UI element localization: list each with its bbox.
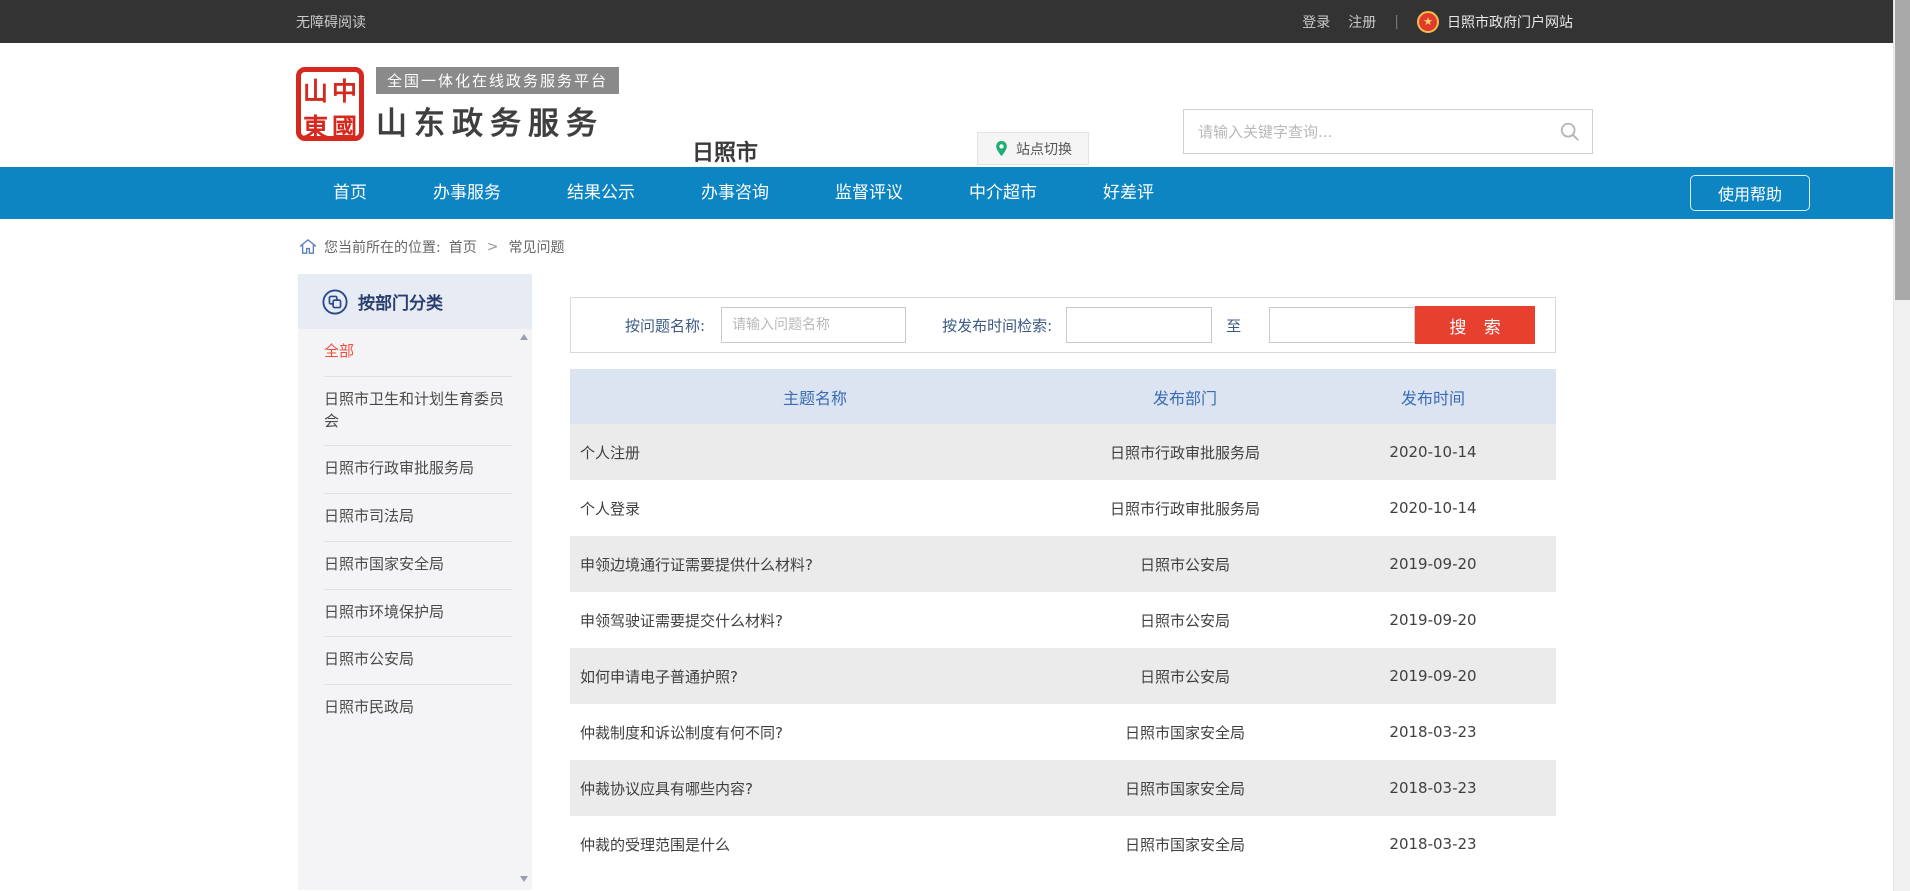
main-content: 按部门分类 全部 日照市卫生和计划生育委员会 日照市行政审批服务局 日照市司法局…	[0, 274, 1910, 890]
current-city-label: 日照市	[692, 135, 758, 167]
faq-table-row: 仲裁的受理范围是什么 日照市国家安全局 2018-03-23	[570, 816, 1556, 872]
search-icon[interactable]	[1548, 110, 1592, 153]
nav-item[interactable]: 中介超市	[936, 167, 1070, 219]
question-name-input[interactable]	[721, 307, 906, 343]
faq-table-row: 申领驾驶证需要提交什么材料? 日照市公安局 2019-09-20	[570, 592, 1556, 648]
faq-date-cell: 2019-09-20	[1310, 648, 1556, 704]
faq-title-cell[interactable]: 个人注册	[570, 424, 1060, 480]
page-scrollbar-thumb[interactable]	[1895, 0, 1910, 300]
faq-table-row: 如何申请电子普通护照? 日照市公安局 2019-09-20	[570, 648, 1556, 704]
department-item[interactable]: 日照市环境保护局	[324, 590, 512, 638]
date-to-label: 至	[1226, 315, 1241, 336]
department-item[interactable]: 全部	[324, 329, 512, 377]
topbar-divider: |	[1394, 14, 1399, 30]
site-switch-button[interactable]: 站点切换	[977, 132, 1089, 165]
faq-title-cell[interactable]: 个人登录	[570, 480, 1060, 536]
sidebar-title: 按部门分类	[358, 289, 443, 314]
breadcrumb-current: 常见问题	[508, 237, 564, 257]
site-switch-label: 站点切换	[1016, 139, 1072, 159]
content-area: 按问题名称: 按发布时间检索: 至 搜 索 主题名称 发布部门 发布时间 个人注…	[570, 274, 1556, 872]
category-icon	[322, 289, 348, 315]
column-header-title: 主题名称	[570, 369, 1060, 424]
column-header-date: 发布时间	[1310, 369, 1556, 424]
department-item[interactable]: 日照市公安局	[324, 637, 512, 685]
faq-department-cell: 日照市公安局	[1060, 592, 1310, 648]
department-list: 全部 日照市卫生和计划生育委员会 日照市行政审批服务局 日照市司法局 日照市国家…	[298, 329, 532, 732]
faq-table-header-row: 主题名称 发布部门 发布时间	[570, 369, 1556, 424]
date-to-input[interactable]	[1269, 307, 1415, 343]
gov-portal-label: 日照市政府门户网站	[1447, 12, 1573, 32]
faq-table: 主题名称 发布部门 发布时间 个人注册 日照市行政审批服务局 2020-10-1…	[570, 369, 1556, 872]
department-item[interactable]: 日照市司法局	[324, 494, 512, 542]
faq-title-cell[interactable]: 如何申请电子普通护照?	[570, 648, 1060, 704]
site-logo[interactable]: 山 中 東 國 全国一体化在线政务服务平台 山东政务服务	[296, 67, 619, 143]
help-button[interactable]: 使用帮助	[1690, 175, 1810, 211]
department-sidebar: 按部门分类 全部 日照市卫生和计划生育委员会 日照市行政审批服务局 日照市司法局…	[298, 274, 532, 890]
faq-date-cell: 2020-10-14	[1310, 424, 1556, 480]
nav-item[interactable]: 办事咨询	[668, 167, 802, 219]
accessibility-link[interactable]: 无障碍阅读	[296, 12, 366, 32]
faq-date-cell: 2019-09-20	[1310, 592, 1556, 648]
faq-title-cell[interactable]: 仲裁制度和诉讼制度有何不同?	[570, 704, 1060, 760]
faq-department-cell: 日照市行政审批服务局	[1060, 480, 1310, 536]
keyword-search-box	[1183, 109, 1593, 154]
register-link[interactable]: 注册	[1348, 12, 1376, 32]
faq-table-row: 个人登录 日照市行政审批服务局 2020-10-14	[570, 480, 1556, 536]
faq-table-row: 仲裁制度和诉讼制度有何不同? 日照市国家安全局 2018-03-23	[570, 704, 1556, 760]
nav-item[interactable]: 结果公示	[534, 167, 668, 219]
faq-date-cell: 2018-03-23	[1310, 704, 1556, 760]
faq-department-cell: 日照市国家安全局	[1060, 760, 1310, 816]
breadcrumb-home-link[interactable]: 首页	[449, 237, 477, 257]
breadcrumb-separator: >	[487, 239, 499, 255]
date-from-input[interactable]	[1066, 307, 1212, 343]
page-scrollbar[interactable]	[1893, 0, 1910, 891]
keyword-search-input[interactable]	[1184, 123, 1548, 141]
login-link[interactable]: 登录	[1302, 12, 1330, 32]
nav-item[interactable]: 好差评	[1070, 167, 1187, 219]
main-navigation: 首页 办事服务 结果公示 办事咨询 监督评议 中介超市 好差评 使用帮助	[0, 167, 1910, 219]
faq-table-row: 申领边境通行证需要提供什么材料? 日照市公安局 2019-09-20	[570, 536, 1556, 592]
faq-date-cell: 2020-10-14	[1310, 480, 1556, 536]
department-item[interactable]: 日照市民政局	[324, 685, 512, 732]
faq-title-cell[interactable]: 仲裁协议应具有哪些内容?	[570, 760, 1060, 816]
column-header-department: 发布部门	[1060, 369, 1310, 424]
sidebar-scroll-down-icon[interactable]	[520, 876, 528, 882]
nav-item[interactable]: 办事服务	[400, 167, 534, 219]
faq-department-cell: 日照市行政审批服务局	[1060, 424, 1310, 480]
faq-table-row: 个人注册 日照市行政审批服务局 2020-10-14	[570, 424, 1556, 480]
faq-date-cell: 2018-03-23	[1310, 816, 1556, 872]
location-pin-icon	[994, 140, 1009, 157]
nav-item[interactable]: 首页	[300, 167, 400, 219]
faq-department-cell: 日照市国家安全局	[1060, 816, 1310, 872]
publish-date-label: 按发布时间检索:	[942, 315, 1052, 336]
filter-search-button[interactable]: 搜 索	[1415, 306, 1535, 344]
faq-department-cell: 日照市公安局	[1060, 536, 1310, 592]
breadcrumb: 您当前所在的位置: 首页 > 常见问题	[0, 219, 1910, 274]
faq-date-cell: 2018-03-23	[1310, 760, 1556, 816]
nav-item[interactable]: 监督评议	[802, 167, 936, 219]
breadcrumb-prefix: 您当前所在的位置:	[324, 237, 441, 257]
site-header: 山 中 東 國 全国一体化在线政务服务平台 山东政务服务 日照市 站点切换	[0, 43, 1910, 167]
home-icon	[300, 239, 316, 254]
shandong-seal-icon: 山 中 東 國	[296, 67, 364, 141]
gov-portal-link[interactable]: ★ 日照市政府门户网站	[1417, 11, 1573, 33]
question-filter-bar: 按问题名称: 按发布时间检索: 至 搜 索	[570, 297, 1556, 353]
brand-title: 山东政务服务	[376, 98, 619, 143]
department-item[interactable]: 日照市卫生和计划生育委员会	[324, 377, 512, 447]
faq-table-row: 仲裁协议应具有哪些内容? 日照市国家安全局 2018-03-23	[570, 760, 1556, 816]
department-item[interactable]: 日照市行政审批服务局	[324, 446, 512, 494]
faq-department-cell: 日照市公安局	[1060, 648, 1310, 704]
faq-title-cell[interactable]: 申领边境通行证需要提供什么材料?	[570, 536, 1060, 592]
top-utility-bar: 无障碍阅读 登录 注册 | ★ 日照市政府门户网站	[0, 0, 1910, 43]
national-emblem-icon: ★	[1417, 11, 1439, 33]
platform-tagline: 全国一体化在线政务服务平台	[376, 67, 619, 94]
sidebar-scroll-up-icon[interactable]	[520, 334, 528, 340]
question-name-label: 按问题名称:	[625, 315, 705, 336]
faq-title-cell[interactable]: 仲裁的受理范围是什么	[570, 816, 1060, 872]
department-item[interactable]: 日照市国家安全局	[324, 542, 512, 590]
faq-title-cell[interactable]: 申领驾驶证需要提交什么材料?	[570, 592, 1060, 648]
sidebar-header: 按部门分类	[298, 274, 532, 329]
faq-date-cell: 2019-09-20	[1310, 536, 1556, 592]
faq-department-cell: 日照市国家安全局	[1060, 704, 1310, 760]
